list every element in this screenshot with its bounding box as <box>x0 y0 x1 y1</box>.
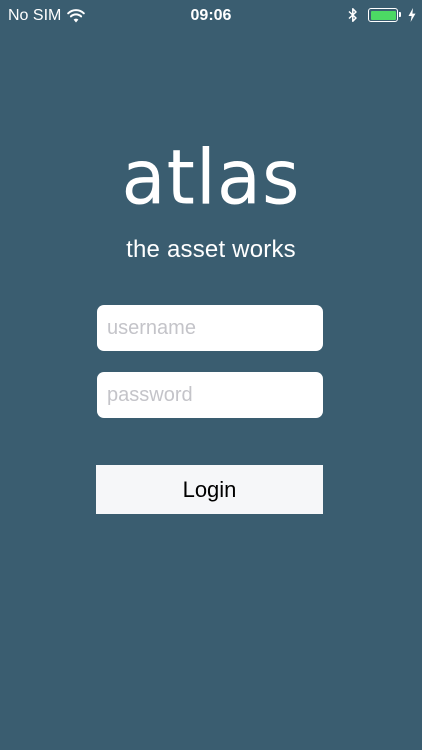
password-input[interactable] <box>97 372 323 418</box>
username-input[interactable] <box>97 305 323 351</box>
login-screen: No SIM 09:06 atlas the asset works usern… <box>0 0 422 750</box>
battery-level <box>370 10 396 20</box>
status-bar: No SIM 09:06 <box>0 0 422 34</box>
app-logo: atlas <box>0 132 422 222</box>
status-right <box>348 7 416 23</box>
battery-icon <box>368 8 401 22</box>
app-logo-text: atlas <box>121 132 301 222</box>
app-tagline: the asset works <box>126 236 296 263</box>
login-button[interactable]: Login <box>96 465 323 514</box>
bluetooth-icon <box>348 7 358 23</box>
battery-cap <box>399 12 401 17</box>
charging-bolt-icon <box>408 8 416 22</box>
